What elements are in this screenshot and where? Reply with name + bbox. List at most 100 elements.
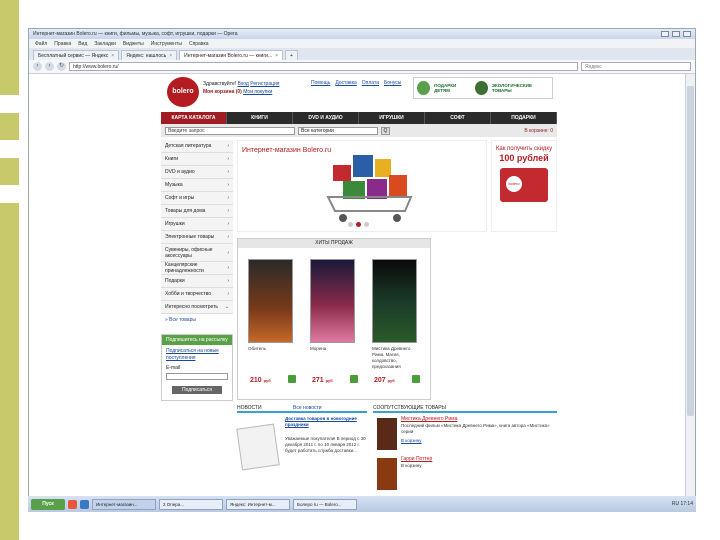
nav-soft[interactable]: СОФТ bbox=[425, 112, 491, 124]
nav-books[interactable]: КНИГИ bbox=[227, 112, 293, 124]
bonus-link[interactable]: Бонусы bbox=[384, 80, 401, 86]
book-cover[interactable] bbox=[372, 259, 417, 343]
sidebar-item[interactable]: Хобби и творчество › bbox=[161, 288, 233, 301]
start-button[interactable]: Пуск bbox=[31, 498, 65, 510]
sidebar-item[interactable]: Игрушки › bbox=[161, 218, 233, 231]
purchases-link[interactable]: Мои покупки bbox=[243, 89, 272, 95]
close-tab-icon[interactable]: × bbox=[169, 53, 172, 59]
book-card[interactable]: Мистика Древнего Рима. Магия, колдовство… bbox=[372, 259, 420, 384]
menu-file[interactable]: Файл bbox=[35, 41, 47, 47]
sidebar-item[interactable]: DVD и аудио › bbox=[161, 166, 233, 179]
delivery-link[interactable]: Доставка bbox=[335, 80, 356, 86]
browser-tab[interactable]: Бесплатный сервис — Яндекс × bbox=[33, 50, 120, 60]
bonus-banner[interactable]: Как получить скидку 100 рублей bolero bbox=[491, 140, 557, 232]
payment-link[interactable]: Оплата bbox=[362, 80, 379, 86]
list-item[interactable]: Мистика Древнего Рима Последний фильм «М… bbox=[373, 416, 557, 456]
menu-help[interactable]: Справка bbox=[189, 41, 209, 47]
search-icon[interactable]: Q bbox=[381, 126, 390, 135]
product-title[interactable]: Мистика Древнего Рима bbox=[401, 416, 457, 422]
sidebar-item[interactable]: Музыка › bbox=[161, 179, 233, 192]
close-tab-icon[interactable]: × bbox=[275, 53, 278, 59]
all-goods-link[interactable]: » Все товары bbox=[161, 314, 233, 326]
register-link[interactable]: Регистрация bbox=[250, 81, 279, 87]
sidebar-item[interactable]: Софт и игры › bbox=[161, 192, 233, 205]
taskbar-item[interactable]: Яндекс: Интернет-м... bbox=[226, 498, 290, 510]
cart-info[interactable]: В корзине: 0 bbox=[524, 128, 553, 134]
sidebar-item-label: Товары для дома bbox=[165, 208, 206, 214]
reload-icon[interactable]: ↻ bbox=[57, 62, 66, 71]
basket-icon[interactable] bbox=[350, 375, 358, 383]
sidebar-item[interactable]: Сувениры, офисные аксессуары › bbox=[161, 244, 233, 262]
nav-toys[interactable]: ИГРУШКИ bbox=[359, 112, 425, 124]
nav-gifts[interactable]: ПОДАРКИ bbox=[491, 112, 557, 124]
book-card[interactable]: Обитель 210 руб bbox=[248, 259, 296, 384]
book-cover[interactable] bbox=[310, 259, 355, 343]
slide-sidebar bbox=[0, 0, 19, 540]
quick-launch-icon[interactable] bbox=[80, 499, 89, 509]
sidebar-item-label: Электронные товары bbox=[165, 234, 215, 240]
back-icon[interactable]: ‹ bbox=[33, 62, 42, 71]
product-thumbnail[interactable] bbox=[377, 458, 397, 490]
basket-icon[interactable] bbox=[412, 375, 420, 383]
menu-widgets[interactable]: Виджеты bbox=[123, 41, 144, 47]
email-field[interactable] bbox=[166, 373, 228, 380]
product-title[interactable]: Гарри Поттер bbox=[401, 456, 432, 462]
nav-catalog[interactable]: КАРТА КАТАЛОГА bbox=[161, 112, 227, 124]
url-field[interactable]: http://www.bolero.ru/ bbox=[69, 62, 578, 71]
carousel-dot[interactable] bbox=[348, 222, 353, 227]
site-logo[interactable]: bolero bbox=[167, 77, 199, 107]
cart-link[interactable]: Моя корзина (0) bbox=[203, 89, 242, 95]
menu-tools[interactable]: Инструменты bbox=[151, 41, 182, 47]
sidebar-item[interactable]: Электронные товары › bbox=[161, 231, 233, 244]
list-item[interactable]: Гарри Поттер В корзину bbox=[373, 456, 557, 496]
new-tab-button[interactable]: + bbox=[285, 50, 298, 60]
main-banner[interactable]: Интернет-магазин Bolero.ru bbox=[237, 140, 487, 232]
scrollbar-thumb[interactable] bbox=[687, 86, 694, 416]
sidebar-item[interactable]: Детская литература › bbox=[161, 140, 233, 153]
sidebar-item[interactable]: Товары для дома › bbox=[161, 205, 233, 218]
subscribe-link[interactable]: Подписаться на новые поступления bbox=[162, 345, 232, 365]
menu-edit[interactable]: Правка bbox=[54, 41, 71, 47]
system-tray-clock[interactable]: RU 17:14 bbox=[672, 501, 693, 507]
banner-title: Интернет-магазин Bolero.ru bbox=[242, 147, 332, 154]
menu-bookmarks[interactable]: Закладки bbox=[94, 41, 116, 47]
browser-search-field[interactable]: Яндекс bbox=[581, 62, 691, 71]
taskbar-item[interactable]: Болеро ru — Bolero... bbox=[293, 498, 357, 510]
taskbar-item[interactable]: 2 Опера... bbox=[159, 498, 223, 510]
sidebar-item[interactable]: Интересно посмотреть ⌄ bbox=[161, 301, 233, 314]
buy-link[interactable]: В корзину bbox=[401, 438, 422, 443]
promo-block[interactable]: ПОДАРКИ ДЕТЯМ ЭКОЛОГИЧЕСКИЕ ТОВАРЫ bbox=[413, 77, 553, 99]
book-title[interactable]: Мистика Древнего Рима. Магия, колдовство… bbox=[372, 346, 417, 370]
taskbar-item[interactable]: Интернет-магазин... bbox=[92, 498, 156, 510]
menu-view[interactable]: Вид bbox=[78, 41, 87, 47]
subscribe-button[interactable]: Подписаться bbox=[172, 386, 222, 394]
book-cover[interactable] bbox=[248, 259, 293, 343]
book-title[interactable]: Обитель bbox=[248, 346, 293, 352]
sidebar-item-label: Детская литература bbox=[165, 143, 212, 149]
book-card[interactable]: Морена 271 руб bbox=[310, 259, 358, 384]
close-icon[interactable] bbox=[683, 31, 691, 37]
sidebar-item[interactable]: Книги › bbox=[161, 153, 233, 166]
minimize-icon[interactable] bbox=[661, 31, 669, 37]
news-title[interactable]: Доставка товаров в новогодние праздники bbox=[285, 416, 367, 428]
product-thumbnail[interactable] bbox=[377, 418, 397, 450]
basket-icon[interactable] bbox=[288, 375, 296, 383]
search-input[interactable]: Введите запрос bbox=[165, 126, 295, 135]
carousel-dot[interactable] bbox=[364, 222, 369, 227]
book-title[interactable]: Морена bbox=[310, 346, 355, 352]
browser-tab[interactable]: Яндекс: нашлось × bbox=[121, 50, 178, 60]
sidebar-item[interactable]: Подарки › bbox=[161, 275, 233, 288]
vertical-scrollbar[interactable] bbox=[685, 74, 695, 499]
nav-dvd[interactable]: DVD И АУДИО bbox=[293, 112, 359, 124]
carousel-dot[interactable] bbox=[356, 222, 361, 227]
sidebar-item[interactable]: Канцелярские принадлежности › bbox=[161, 262, 233, 275]
maximize-icon[interactable] bbox=[672, 31, 680, 37]
login-link[interactable]: Вход bbox=[238, 81, 249, 87]
news-archive-link[interactable]: Все новости bbox=[293, 405, 322, 411]
category-select[interactable]: Все категории bbox=[298, 126, 378, 135]
browser-tab-active[interactable]: Интернет-магазин Bolero.ru — книги... × bbox=[179, 50, 284, 60]
forward-icon[interactable]: › bbox=[45, 62, 54, 71]
close-tab-icon[interactable]: × bbox=[111, 53, 114, 59]
opera-icon[interactable] bbox=[68, 499, 77, 509]
help-link[interactable]: Помощь bbox=[311, 80, 330, 86]
